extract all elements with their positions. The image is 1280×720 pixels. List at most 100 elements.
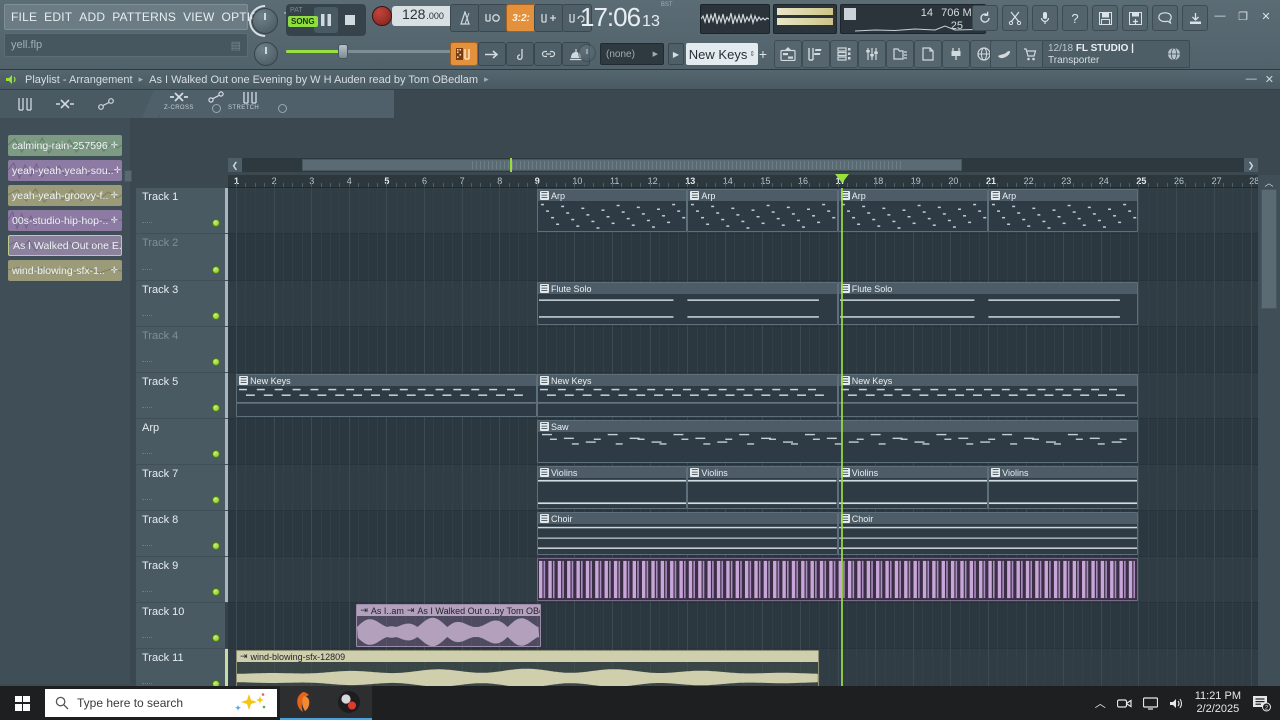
track-header-4[interactable]: Track 4 (136, 327, 230, 373)
stop-button[interactable] (338, 7, 362, 33)
audio-clip-header[interactable]: ⇥As I..am⇥As I Walked Out o..by Tom OBed… (357, 605, 540, 616)
menu-item-edit[interactable]: EDIT (44, 10, 72, 24)
pattern-clip[interactable]: ☰ Choir (536, 512, 838, 555)
window-controls[interactable]: — ❐ ✕ (1210, 7, 1276, 25)
track-handle[interactable] (142, 545, 152, 548)
pattern-clip[interactable] (536, 558, 1139, 601)
pattern-clip[interactable]: ☰ Flute Solo (536, 282, 838, 325)
scroll-right-button[interactable]: ❯ (1244, 158, 1258, 172)
track-handle[interactable] (142, 361, 152, 364)
start-button[interactable] (0, 686, 45, 720)
track-handle[interactable] (142, 222, 152, 225)
scroll-left-button[interactable]: ❮ (228, 158, 242, 172)
track-header-9[interactable]: Track 9 (136, 557, 230, 603)
clip-header[interactable]: ☰ Choir (537, 513, 837, 524)
scroll-trough[interactable] (242, 158, 1244, 172)
playlist-hscrollbar[interactable]: ❮ ❯ (228, 158, 1258, 172)
pattern-clip[interactable]: ☰ New Keys (837, 374, 1139, 417)
clip-header[interactable]: ☰ Flute Solo (838, 283, 1138, 294)
clip-menu-icon[interactable]: ☰ (539, 376, 549, 385)
undo-history-button[interactable] (972, 5, 998, 31)
menu-item-view[interactable]: VIEW (183, 10, 214, 24)
cpu-graph-toggle[interactable] (844, 8, 856, 20)
menu-item-add[interactable]: ADD (79, 10, 105, 24)
clip-menu-icon[interactable]: ☰ (539, 284, 549, 293)
slider-thumb[interactable] (338, 44, 348, 59)
clip-header[interactable]: ☰ Violins (537, 467, 687, 478)
timeline-ruler[interactable]: 1 2 3 4 5 6 7 8 9 10 11 12 13 14 15 16 17 18 19 20 21 22 23 24 2… (228, 175, 1280, 188)
pattern-clip[interactable]: ☰ Violins (837, 466, 988, 509)
clip-header[interactable]: ☰ Saw (537, 421, 1138, 432)
pattern-clip[interactable]: ☰ New Keys (536, 374, 838, 417)
track-handle[interactable] (142, 315, 152, 318)
clip-menu-icon[interactable]: ☰ (539, 191, 549, 200)
channel-pan-icon[interactable]: ✛ (110, 215, 118, 226)
track-enable-led[interactable] (212, 496, 220, 504)
track-handle[interactable] (142, 269, 152, 272)
transport-controls[interactable]: PAT SONG (286, 4, 366, 36)
channel-item-1[interactable]: yeah-yeah-yeah-sou.. ✛ (8, 160, 122, 181)
audio-clip[interactable]: ⇥As I..am⇥As I Walked Out o..by Tom OBed… (356, 604, 541, 647)
track-enable-led[interactable] (212, 542, 220, 550)
menu-bar[interactable]: FILE EDIT ADD PATTERNS VIEW OPTIONS TOOL… (4, 4, 364, 30)
pattern-song-toggle[interactable]: PAT SONG (288, 7, 318, 33)
system-tray[interactable]: ︿ 11:21 PM 2/2/2025 2 (1095, 686, 1280, 720)
track-header-7[interactable]: Track 7 (136, 465, 230, 511)
track-handle[interactable] (142, 591, 152, 594)
current-pattern-name[interactable]: New Keys ⇕ (686, 43, 758, 65)
channel-item-2[interactable]: yeah-yeah-groovy-f.. ✛ (8, 185, 122, 206)
clip-header[interactable]: ☰ Flute Solo (537, 283, 837, 294)
taskbar-app-fl-studio[interactable] (280, 686, 326, 720)
clip-header[interactable]: ☰ Arp (989, 190, 1138, 201)
clip-header[interactable]: ☰ New Keys (237, 375, 536, 386)
audio-clip-header[interactable]: ⇥ wind-blowing-sfx-12809 (237, 651, 818, 662)
master-volume-slider[interactable] (286, 44, 472, 59)
clip-header[interactable]: ☰ Choir (838, 513, 1138, 524)
wait-for-input-button[interactable] (478, 4, 508, 32)
track-enable-led[interactable] (212, 358, 220, 366)
save-as-button[interactable] (1122, 5, 1148, 31)
track-header-1[interactable]: Track 1 (136, 188, 230, 234)
cut-tool-button[interactable] (1002, 5, 1028, 31)
plugin-picker-button[interactable] (942, 40, 970, 68)
clip-menu-icon[interactable]: ☰ (239, 376, 249, 385)
shop-cart-button[interactable] (1016, 40, 1044, 68)
channel-item-5[interactable]: wind-blowing-sfx-1.. ✛ (8, 260, 122, 281)
channel-pan-icon[interactable]: ✛ (110, 140, 118, 151)
clip-menu-icon[interactable]: ☰ (539, 422, 549, 431)
tray-expand-icon[interactable]: ︿ (1095, 695, 1106, 711)
project-filename[interactable]: yell.flp ▤ (4, 33, 248, 57)
save-button[interactable] (1092, 5, 1118, 31)
channel-rack-toggle-button[interactable] (830, 40, 858, 68)
clip-header[interactable]: ☰ New Keys (537, 375, 837, 386)
slice-snap-icon[interactable] (208, 91, 224, 103)
track-enable-led[interactable] (212, 219, 220, 227)
step-sequencer-button[interactable] (450, 42, 478, 66)
playlist-close-button[interactable]: ✕ (1265, 73, 1274, 86)
stretch-toggle[interactable] (278, 104, 287, 113)
menu-item-file[interactable]: FILE (11, 10, 37, 24)
channel-pan-icon[interactable]: ✛ (110, 265, 118, 276)
download-icon[interactable] (1182, 5, 1208, 31)
piano-roll-button[interactable] (506, 42, 534, 66)
minimize-button[interactable]: — (1210, 7, 1230, 25)
tempo-display[interactable]: 128 .000 (392, 6, 454, 26)
browser-toggle-button[interactable] (886, 40, 914, 68)
channel-item-4[interactable]: As I Walked Out one E.. ✛ (8, 235, 122, 256)
pattern-clip[interactable]: ☰ Violins (687, 466, 838, 509)
clip-menu-icon[interactable]: ☰ (690, 468, 700, 477)
pattern-clip[interactable]: ☰ Arp (837, 189, 988, 232)
taskbar-search[interactable]: Type here to search (45, 689, 277, 717)
pattern-clip[interactable]: ☰ Violins (536, 466, 688, 509)
add-pattern-plus-button[interactable]: + (755, 43, 771, 65)
channel-selector[interactable]: (none) ▶ (600, 43, 664, 65)
track-enable-led[interactable] (212, 634, 220, 642)
channel-pan-icon[interactable]: ✛ (110, 190, 118, 201)
draw-tool-icon[interactable] (14, 94, 36, 114)
playlist-vscrollbar[interactable]: ︿ (1258, 175, 1280, 720)
maximize-button[interactable]: ❐ (1233, 7, 1253, 25)
clip-header[interactable]: ☰ Arp (537, 190, 687, 201)
add-pattern-button[interactable] (534, 4, 564, 32)
track-handle[interactable] (142, 407, 152, 410)
track-handle[interactable] (142, 637, 152, 640)
